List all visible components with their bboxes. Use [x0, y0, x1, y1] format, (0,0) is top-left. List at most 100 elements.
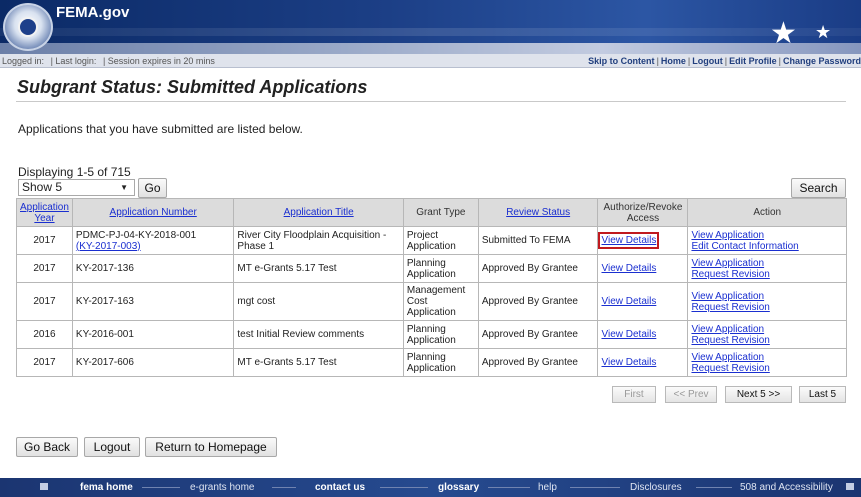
- sort-title-link[interactable]: Application Title: [284, 207, 354, 218]
- cell-year: 2016: [16, 320, 73, 349]
- chevron-down-icon: ▼: [120, 183, 128, 192]
- site-logo[interactable]: FEMA.gov: [56, 4, 129, 21]
- footer-disclosures-link[interactable]: Disclosures: [630, 482, 682, 493]
- footer-help-link[interactable]: help: [538, 482, 557, 493]
- intro-text: Applications that you have submitted are…: [18, 122, 303, 136]
- skip-to-content-link[interactable]: Skip to Content: [588, 56, 655, 66]
- col-header-title[interactable]: Application Title: [233, 198, 404, 227]
- header-stripe: [0, 28, 861, 36]
- request-revision-link[interactable]: Request Revision: [691, 363, 769, 374]
- view-application-link[interactable]: View Application: [691, 324, 764, 335]
- last-login-label: | Last login:: [50, 56, 97, 66]
- top-status-bar: Logged in: | Last login: | Session expir…: [0, 54, 861, 68]
- utility-nav: Skip to Content | Home | Logout | Edit Profile…: [588, 56, 861, 66]
- footer-accessibility-link[interactable]: 508 and Accessibility: [740, 482, 833, 493]
- next-page-button[interactable]: Next 5 >>: [725, 386, 792, 403]
- go-button[interactable]: Go: [138, 178, 167, 198]
- cell-status: Approved By Grantee: [477, 348, 599, 377]
- col-header-grant-type: Grant Type: [402, 198, 479, 227]
- col-header-number[interactable]: Application Number: [71, 198, 235, 227]
- seal-center: [18, 17, 38, 37]
- col-header-access: Authorize/Revoke Access: [597, 198, 689, 227]
- cell-grant-type: Planning Application: [402, 348, 479, 377]
- prev-page-button[interactable]: << Prev: [665, 386, 717, 403]
- page-title: Subgrant Status: Submitted Applications: [17, 77, 368, 97]
- sort-status-link[interactable]: Review Status: [506, 207, 570, 218]
- site-footer: fema home e-grants home contact us gloss…: [0, 478, 861, 497]
- view-details-link[interactable]: View Details: [601, 357, 656, 368]
- square-icon: [846, 483, 854, 490]
- footer-divider: [488, 487, 530, 488]
- cell-number: KY-2017-136: [71, 254, 235, 283]
- logout-button[interactable]: Logout: [84, 437, 140, 457]
- view-application-link[interactable]: View Application: [691, 258, 764, 269]
- request-revision-link[interactable]: Request Revision: [691, 269, 769, 280]
- view-application-link[interactable]: View Application: [691, 352, 764, 363]
- view-details-link[interactable]: View Details: [598, 232, 660, 249]
- cell-access: View Details: [597, 226, 689, 255]
- cell-grant-type: Planning Application: [402, 320, 479, 349]
- dhs-seal-logo[interactable]: [3, 3, 53, 51]
- cell-status: Approved By Grantee: [477, 254, 599, 283]
- view-details-link[interactable]: View Details: [601, 329, 656, 340]
- cell-access: View Details: [597, 254, 689, 283]
- footer-fema-home-link[interactable]: fema home: [80, 482, 133, 493]
- edit-contact-link[interactable]: Edit Contact Information: [691, 241, 798, 252]
- cell-year: 2017: [16, 226, 73, 255]
- table-row: 2017 KY-2017-163 mgt cost Management Cos…: [16, 282, 847, 321]
- change-password-link[interactable]: Change Password: [783, 56, 861, 66]
- cell-year: 2017: [16, 282, 73, 321]
- last-page-button[interactable]: Last 5: [799, 386, 846, 403]
- search-button[interactable]: Search: [791, 178, 846, 198]
- col-header-year[interactable]: Application Year: [16, 198, 73, 227]
- footer-divider: [570, 487, 620, 488]
- footer-divider: [380, 487, 428, 488]
- cell-title: MT e-Grants 5.17 Test: [233, 348, 404, 377]
- table-row: 2017 KY-2017-136 MT e-Grants 5.17 Test P…: [16, 254, 847, 283]
- view-application-link[interactable]: View Application: [691, 291, 764, 302]
- cell-title: River City Floodplain Acquisition - Phas…: [233, 226, 404, 255]
- edit-profile-link[interactable]: Edit Profile: [729, 56, 777, 66]
- square-icon: [40, 483, 48, 490]
- cell-year: 2017: [16, 254, 73, 283]
- cell-action: View Application Request Revision: [687, 282, 847, 321]
- view-details-link[interactable]: View Details: [601, 296, 656, 307]
- application-number-link[interactable]: (KY-2017-003): [76, 241, 141, 252]
- header-flag-band: [0, 43, 861, 54]
- site-header: FEMA.gov ★ ★: [0, 0, 861, 54]
- first-page-button[interactable]: First: [612, 386, 656, 403]
- footer-glossary-link[interactable]: glossary: [438, 482, 479, 493]
- application-number: PDMC-PJ-04-KY-2018-001: [75, 229, 197, 241]
- cell-number: KY-2017-163: [71, 282, 235, 321]
- col-header-review-status[interactable]: Review Status: [477, 198, 599, 227]
- request-revision-link[interactable]: Request Revision: [691, 302, 769, 313]
- go-back-button[interactable]: Go Back: [16, 437, 78, 457]
- col-header-action: Action: [687, 198, 847, 227]
- star-icon: ★: [815, 22, 832, 42]
- view-application-link[interactable]: View Application: [691, 230, 764, 241]
- cell-title: test Initial Review comments: [233, 320, 404, 349]
- table-row: 2016 KY-2016-001 test Initial Review com…: [16, 320, 847, 349]
- cell-number: PDMC-PJ-04-KY-2018-001 (KY-2017-003): [71, 226, 235, 255]
- request-revision-link[interactable]: Request Revision: [691, 335, 769, 346]
- footer-divider: [272, 487, 296, 488]
- displaying-count: Displaying 1-5 of 715: [18, 165, 131, 179]
- sort-year-link[interactable]: Application Year: [20, 202, 69, 224]
- home-link[interactable]: Home: [661, 56, 686, 66]
- session-expiry-label: | Session expires in 20 mins: [102, 56, 215, 66]
- logged-in-label: Logged in:: [2, 56, 45, 66]
- page-size-value: Show 5: [22, 180, 63, 194]
- return-to-homepage-button[interactable]: Return to Homepage: [145, 437, 277, 457]
- star-icon: ★: [770, 17, 797, 50]
- cell-number: KY-2016-001: [71, 320, 235, 349]
- logout-link[interactable]: Logout: [692, 56, 723, 66]
- sort-number-link[interactable]: Application Number: [110, 207, 197, 218]
- view-details-link[interactable]: View Details: [601, 263, 656, 274]
- cell-access: View Details: [597, 282, 689, 321]
- footer-egrants-home-link[interactable]: e-grants home: [190, 482, 254, 493]
- footer-contact-us-link[interactable]: contact us: [315, 482, 365, 493]
- cell-action: View Application Request Revision: [687, 320, 847, 349]
- cell-status: Submitted To FEMA: [477, 226, 599, 255]
- page-size-select[interactable]: Show 5 ▼: [18, 179, 135, 196]
- cell-action: View Application Request Revision: [687, 254, 847, 283]
